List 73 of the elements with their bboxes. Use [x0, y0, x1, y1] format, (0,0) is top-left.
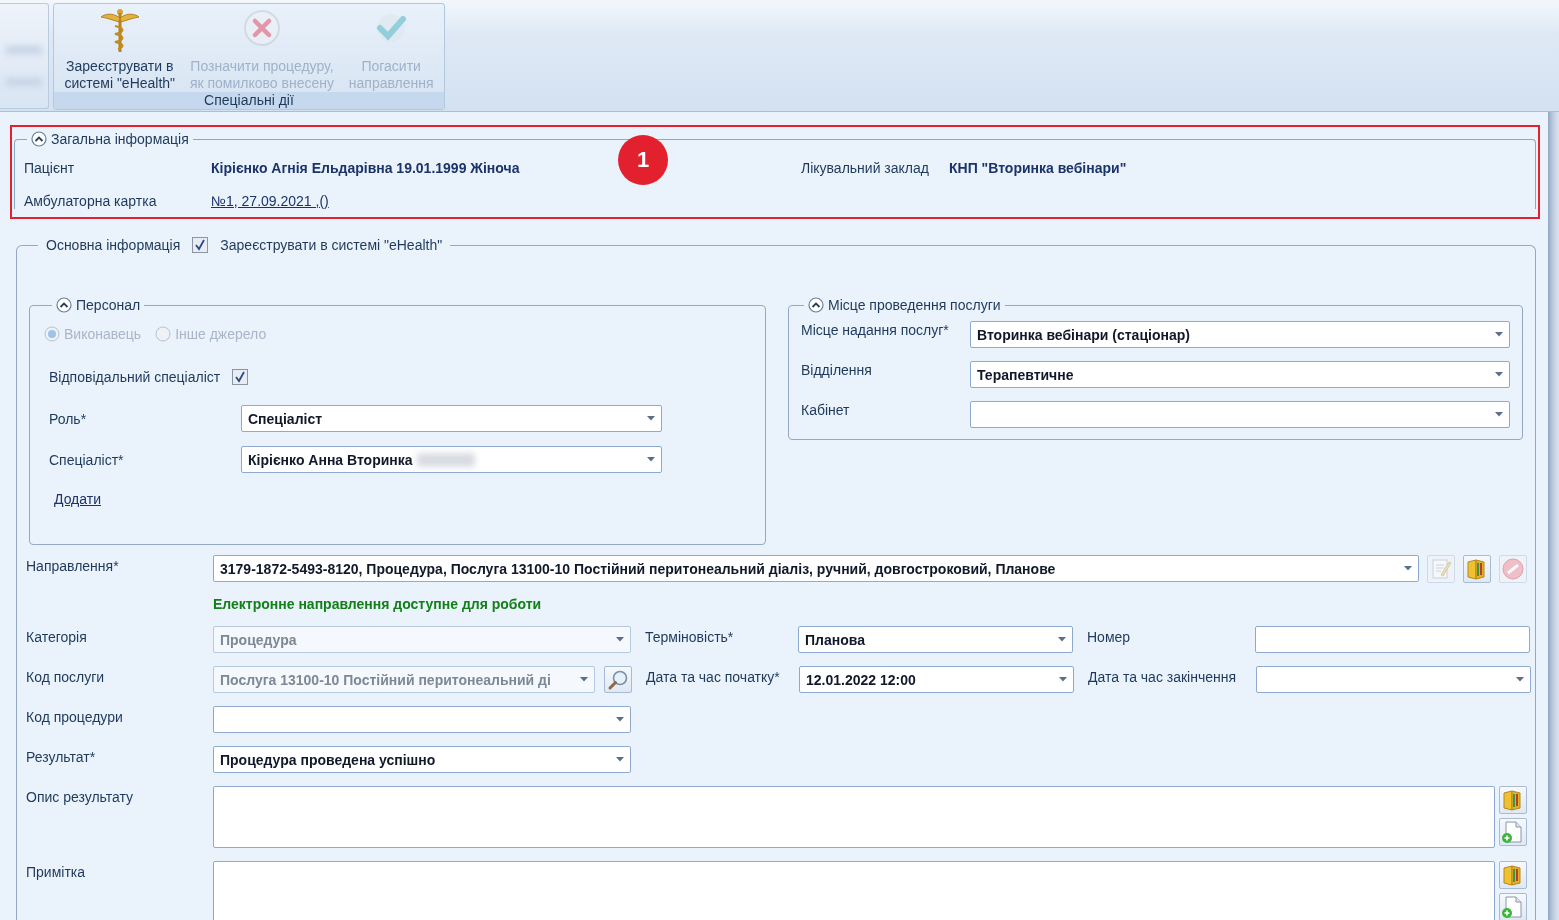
dropdown[interactable]	[1256, 666, 1531, 693]
caret-icon	[616, 637, 624, 642]
checkbox[interactable]	[192, 237, 209, 253]
dropdown[interactable]: Кірієнко Анна Вторинка	[241, 446, 662, 473]
card-link[interactable]: №1, 27.09.2021 ,()	[211, 192, 329, 209]
patient-name: Кірієнко Агнія Ельдарівна 19.01.1999 Жіноча	[211, 159, 520, 176]
field-label: Дата та час закінчення	[1088, 668, 1238, 685]
field-label: Примітка	[26, 863, 87, 880]
section-title: Основна інформація	[46, 237, 181, 253]
caret-icon	[1495, 412, 1503, 417]
search-icon	[607, 668, 629, 691]
field-label: Місце надання послуг*	[801, 321, 950, 338]
collapse-icon[interactable]	[31, 131, 47, 147]
caret-icon	[580, 677, 588, 682]
caret-icon	[1404, 566, 1412, 571]
field-label: Направлення*	[26, 557, 120, 574]
section-title: Місце проведення послуги	[828, 297, 1001, 313]
field-label: Дата та час початку*	[646, 668, 781, 685]
facility-name: КНП "Вторинка вебінари"	[949, 159, 1127, 176]
dropdown[interactable]: Терапевтичне	[970, 361, 1510, 388]
icon-button[interactable]	[1499, 818, 1527, 846]
field-label: Відділення	[801, 361, 873, 378]
search-button[interactable]	[604, 666, 632, 693]
caret-icon	[647, 457, 655, 462]
collapse-icon[interactable]	[56, 297, 72, 313]
field-label: Категорія	[26, 628, 88, 645]
field-label: Спеціаліст*	[49, 451, 125, 468]
dropdown[interactable]: 3179-1872-5493-8120, Процедура, Послуга 13100-10 Постійний перитонеальний діаліз, ручний, довгостроковий, Планове	[213, 555, 1419, 582]
add-link[interactable]: Додати	[54, 491, 101, 507]
section-title: Персонал	[76, 297, 141, 313]
field-label: Результат*	[26, 748, 97, 765]
caret-icon	[1516, 677, 1524, 682]
caret-icon	[647, 416, 655, 421]
text-field[interactable]	[1255, 626, 1530, 653]
icon-button[interactable]	[1463, 555, 1491, 583]
caduceus-icon	[99, 6, 140, 52]
dropdown[interactable]: Вторинка вебінари (стаціонар)	[970, 321, 1510, 348]
caret-icon	[1495, 332, 1503, 337]
field-label: Лікувальний заклад	[801, 159, 929, 176]
caret-icon	[616, 757, 624, 762]
field-label: Код послуги	[26, 668, 106, 685]
dropdown[interactable]: Спеціаліст	[241, 405, 662, 432]
caret-icon	[1059, 677, 1067, 682]
icon-button[interactable]	[1499, 893, 1527, 920]
dropdown[interactable]: 12.01.2022 12:00	[799, 666, 1074, 693]
referral-status: Електронне направлення доступне для роботи	[213, 596, 543, 612]
field-label: Відповідальний спеціаліст	[49, 369, 221, 385]
caret-icon	[616, 717, 624, 722]
dropdown[interactable]: Планова	[798, 626, 1073, 653]
field-label: Опис результату	[26, 788, 135, 805]
annotation-badge: 1	[618, 135, 668, 185]
ribbon-button[interactable]: Зареєструвати в системі "eHealth"	[64, 6, 176, 92]
field-label: Код процедури	[26, 708, 124, 725]
text-area[interactable]	[213, 786, 1495, 848]
icon-button[interactable]	[1499, 861, 1527, 889]
ribbon-group-label: Спеціальні дії	[54, 92, 444, 109]
field-label: Амбулаторна картка	[24, 192, 157, 209]
field-label: Терміновість*	[645, 628, 735, 645]
dropdown[interactable]	[213, 706, 631, 733]
field-label: Пацієнт	[24, 159, 75, 176]
checkbox[interactable]	[232, 369, 249, 385]
collapse-icon[interactable]	[808, 297, 824, 313]
checkbox-label: Зареєструвати в системі "eHealth"	[220, 237, 443, 253]
field-label: Номер	[1087, 628, 1132, 645]
prohibited-icon	[1500, 556, 1526, 582]
caret-icon	[1058, 637, 1066, 642]
field-label: Роль*	[49, 410, 88, 427]
icon-button[interactable]	[1499, 786, 1527, 814]
dropdown[interactable]	[970, 401, 1510, 428]
dropdown[interactable]: Процедура проведена успішно	[213, 746, 631, 773]
caret-icon	[1495, 372, 1503, 377]
field-label: Кабінет	[801, 401, 851, 418]
section-title: Загальна інформація	[51, 131, 189, 147]
